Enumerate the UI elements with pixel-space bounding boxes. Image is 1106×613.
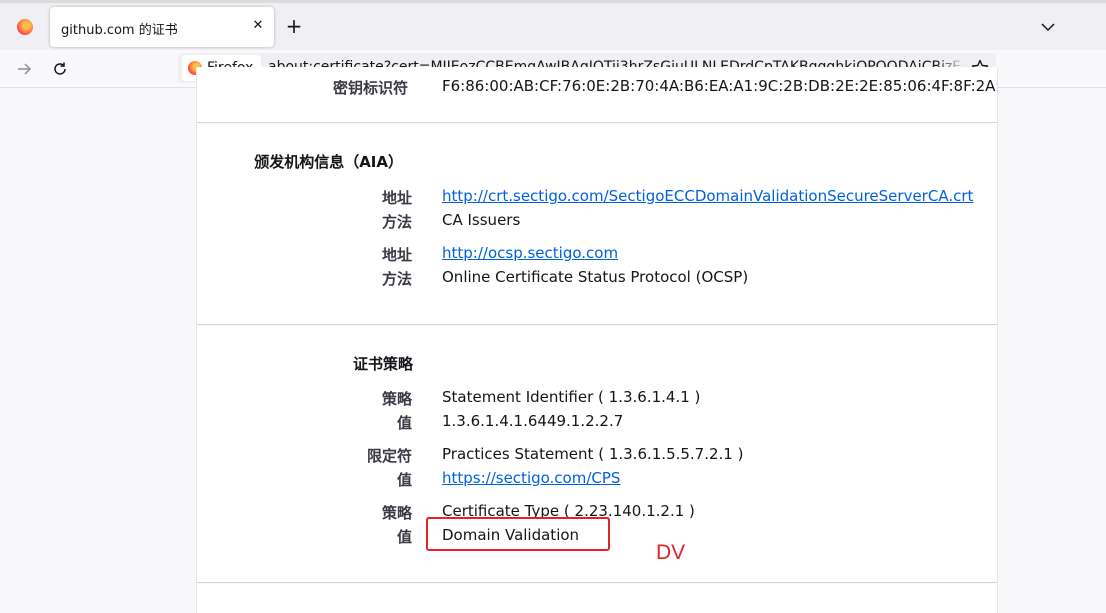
chevron-down-icon (1041, 23, 1055, 32)
key-identifier-section: 密钥标识符 F6:86:00:AB:CF:76:0E:2B:70:4A:B6:E… (196, 67, 998, 123)
policy-label: 策略 (381, 504, 412, 522)
key-id-value: F6:86:00:AB:CF:76:0E:2B:70:4A:B6:EA:A1:9… (442, 77, 998, 95)
aia-addr-label: 地址 (381, 246, 412, 264)
aia-section: 颁发机构信息（AIA） 地址 http://crt.sectigo.com/Se… (196, 124, 998, 325)
aia-ocsp-link[interactable]: http://ocsp.sectigo.com (442, 244, 618, 262)
policy-value-label: 值 (396, 528, 412, 546)
policy-value: 1.3.6.1.4.1.6449.1.2.2.7 (442, 412, 624, 430)
aia-addr-label: 地址 (381, 189, 412, 207)
aia-method-value: CA Issuers (442, 211, 521, 229)
annotation-highlight-box (426, 517, 610, 551)
aia-method-label: 方法 (381, 270, 412, 288)
policy-title: 证书策略 (352, 355, 413, 373)
close-tab-icon[interactable]: ✕ (250, 18, 266, 34)
policy-label: 策略 (381, 390, 412, 408)
aia-method-value: Online Certificate Status Protocol (OCSP… (442, 268, 749, 286)
aia-method-label: 方法 (381, 213, 412, 231)
qualifier-value: Practices Statement ( 1.3.6.1.5.5.7.2.1 … (442, 445, 744, 463)
reload-button[interactable] (48, 57, 72, 81)
forward-button[interactable] (12, 57, 36, 81)
list-all-tabs-button[interactable] (1038, 17, 1058, 37)
aia-ca-issuers-link[interactable]: http://crt.sectigo.com/SectigoECCDomainV… (442, 187, 973, 205)
reload-icon (54, 62, 66, 75)
firefox-logo-icon (17, 19, 33, 35)
policy-value: Statement Identifier ( 1.3.6.1.4.1 ) (442, 388, 701, 406)
qualifier-label: 限定符 (366, 447, 412, 465)
policy-value-label: 值 (396, 414, 412, 432)
aia-title: 颁发机构信息（AIA） (254, 153, 403, 171)
new-tab-button[interactable]: + (282, 15, 306, 39)
tab-certificate[interactable]: github.com 的证书 ✕ (50, 7, 274, 47)
next-section (196, 584, 998, 613)
arrow-right-icon (18, 63, 32, 75)
tab-strip: github.com 的证书 ✕ + (0, 0, 1106, 50)
cps-link[interactable]: https://sectigo.com/CPS (442, 469, 620, 487)
tab-title: github.com 的证书 (61, 23, 178, 38)
firefox-view-button[interactable] (8, 11, 42, 43)
qualifier-value-label: 值 (396, 471, 412, 489)
key-id-label: 密钥标识符 (333, 79, 409, 97)
annotation-dv-label: DV (656, 541, 686, 564)
